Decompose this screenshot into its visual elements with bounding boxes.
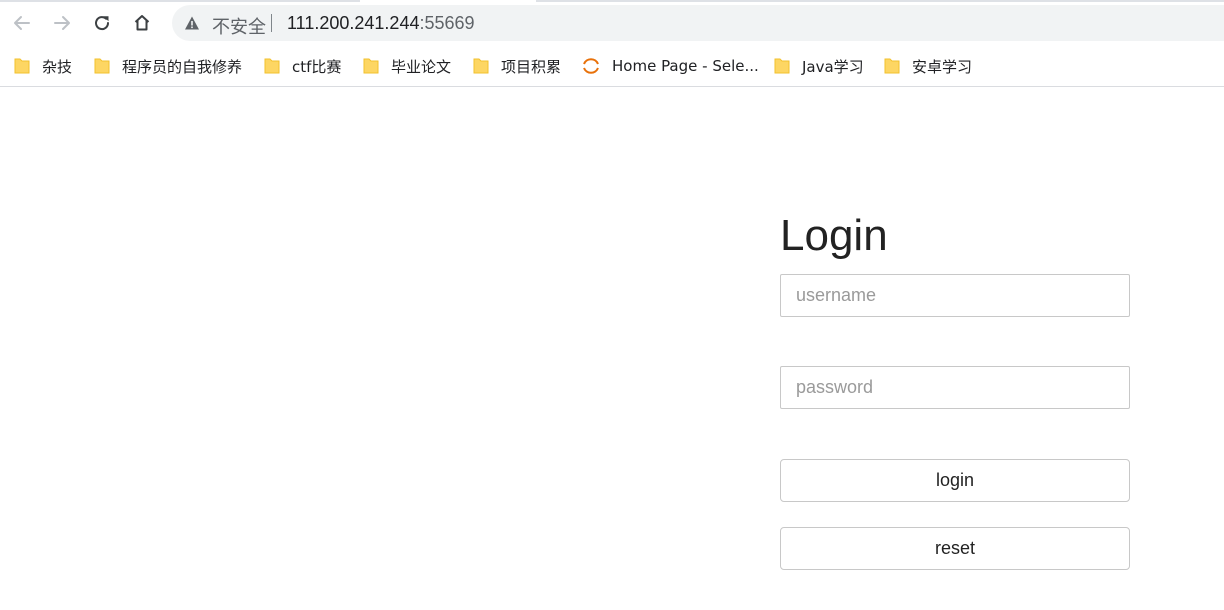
- folder-icon: [94, 57, 110, 75]
- tab-strip-edge: [0, 0, 1224, 2]
- bookmark-item[interactable]: 项目积累: [473, 54, 561, 78]
- back-arrow-icon: [14, 16, 30, 30]
- url-text[interactable]: 111.200.241.244:55669: [287, 13, 475, 34]
- bookmarks-bar: 杂技 程序员的自我修养 ctf比赛 毕业论文 项目积累 Home Page - …: [0, 46, 1224, 87]
- bookmark-item[interactable]: Home Page - Sele...: [581, 54, 759, 78]
- bookmark-label: 程序员的自我修养: [122, 57, 243, 76]
- bookmark-label: 杂技: [42, 57, 73, 76]
- folder-icon: [884, 57, 900, 75]
- bookmark-label: ctf比赛: [292, 57, 342, 76]
- folder-icon: [774, 57, 790, 75]
- reset-button[interactable]: reset: [780, 527, 1130, 570]
- username-input[interactable]: [780, 274, 1130, 317]
- bookmark-label: Home Page - Sele...: [612, 57, 759, 75]
- bookmark-item[interactable]: 杂技: [14, 54, 72, 78]
- address-bar[interactable]: 不安全 111.200.241.244:55669: [172, 5, 1224, 41]
- reload-button[interactable]: [87, 8, 117, 38]
- password-input[interactable]: [780, 366, 1130, 409]
- forward-arrow-icon: [54, 16, 70, 30]
- folder-icon: [473, 57, 489, 75]
- forward-button[interactable]: [47, 8, 77, 38]
- folder-icon: [14, 57, 30, 75]
- folder-icon: [363, 57, 379, 75]
- folder-icon: [264, 57, 280, 75]
- back-button[interactable]: [7, 8, 37, 38]
- selenium-icon: [581, 56, 601, 76]
- url-port: :55669: [419, 13, 475, 33]
- bookmark-label: 项目积累: [501, 57, 562, 76]
- bookmark-label: 毕业论文: [391, 57, 452, 76]
- browser-toolbar: 不安全 111.200.241.244:55669: [0, 0, 1224, 46]
- bookmark-item[interactable]: 毕业论文: [363, 54, 451, 78]
- login-heading: Login: [780, 211, 888, 260]
- warning-icon[interactable]: [184, 15, 200, 36]
- reload-icon: [95, 16, 110, 31]
- bookmark-label: Java学习: [802, 57, 864, 76]
- bookmark-item[interactable]: Java学习: [774, 54, 864, 78]
- login-button[interactable]: login: [780, 459, 1130, 502]
- bookmark-item[interactable]: ctf比赛: [264, 54, 341, 78]
- bookmark-item[interactable]: 安卓学习: [884, 54, 972, 78]
- bookmark-label: 安卓学习: [912, 57, 973, 76]
- security-label[interactable]: 不安全: [212, 13, 266, 39]
- bookmark-item[interactable]: 程序员的自我修养: [94, 54, 242, 78]
- home-button[interactable]: [127, 8, 157, 38]
- omnibox-divider: [271, 14, 272, 32]
- url-host: 111.200.241.244: [287, 13, 420, 33]
- home-icon: [134, 15, 150, 31]
